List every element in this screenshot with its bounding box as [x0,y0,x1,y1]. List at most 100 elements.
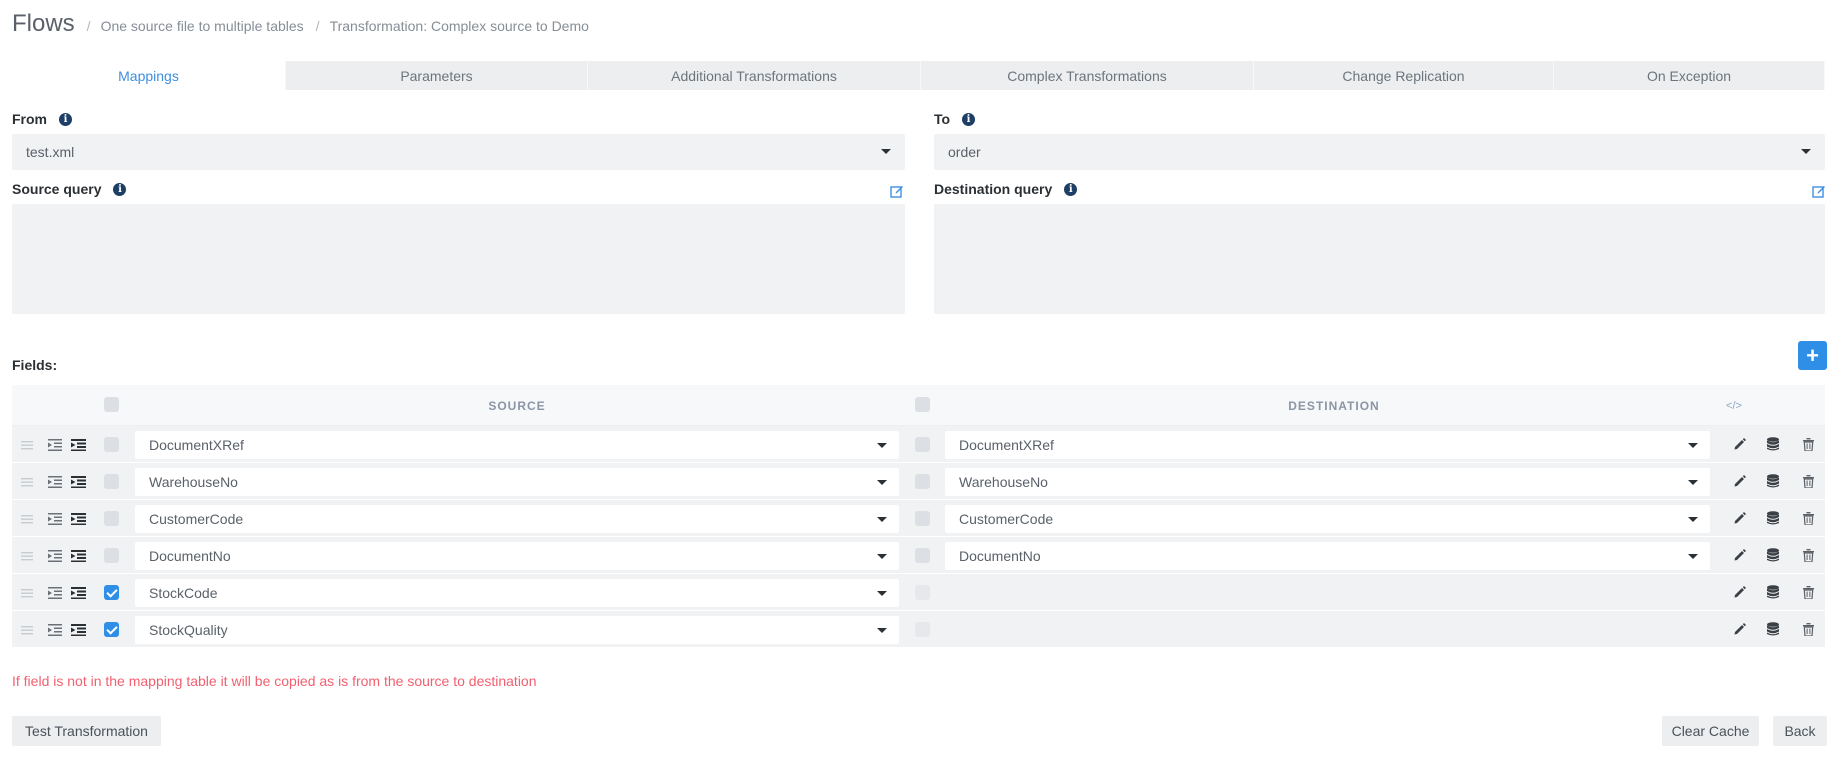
trash-icon[interactable] [1803,586,1814,599]
info-icon[interactable]: i [962,112,976,126]
drag-handle-icon[interactable] [21,625,33,635]
tab-change-replication[interactable]: Change Replication [1254,61,1554,90]
database-icon[interactable] [1767,511,1779,525]
to-label: To i [934,111,976,127]
outdent-icon[interactable] [48,587,62,599]
pencil-icon[interactable] [1733,438,1746,451]
source-checkbox[interactable] [104,548,119,563]
drag-handle-icon[interactable] [21,514,33,524]
source-field-select[interactable]: StockQuality [135,616,899,644]
drag-handle-icon[interactable] [21,551,33,561]
source-query-label-text: Source query [12,181,102,197]
chevron-down-icon [877,480,887,485]
outdent-icon[interactable] [48,476,62,488]
indent-icon[interactable] [71,624,86,636]
source-field-select[interactable]: DocumentXRef [135,431,899,459]
indent-icon[interactable] [71,476,86,488]
database-icon[interactable] [1767,622,1779,636]
select-all-destination-checkbox[interactable] [915,397,930,412]
source-field-select[interactable]: DocumentNo [135,542,899,570]
edit-icon[interactable] [890,184,904,198]
source-checkbox[interactable] [104,437,119,452]
info-icon[interactable]: i [59,112,72,126]
destination-checkbox[interactable] [915,511,930,526]
add-field-button[interactable]: + [1798,341,1827,370]
pencil-icon[interactable] [1733,549,1746,562]
source-field-value: StockQuality [149,622,228,638]
outdent-icon[interactable] [48,624,62,636]
code-icon[interactable]: </> [1719,385,1749,426]
indent-icon[interactable] [71,550,86,562]
source-checkbox[interactable] [104,622,119,637]
source-query-input[interactable] [12,204,905,314]
destination-field-select[interactable]: CustomerCode [945,505,1710,533]
indent-icon[interactable] [71,439,86,451]
destination-checkbox[interactable] [915,548,930,563]
drag-handle-icon[interactable] [21,440,33,450]
source-field-select[interactable]: CustomerCode [135,505,899,533]
header: Flows / One source file to multiple tabl… [12,10,589,38]
to-select[interactable]: order [934,134,1825,170]
tab-complex-transformations[interactable]: Complex Transformations [921,61,1254,90]
breadcrumb-transformation: Transformation: Complex source to Demo [329,18,589,34]
destination-field-select[interactable]: DocumentXRef [945,431,1710,459]
destination-checkbox [915,585,930,600]
outdent-icon[interactable] [48,439,62,451]
tab-parameters[interactable]: Parameters [286,61,588,90]
source-checkbox[interactable] [104,474,119,489]
trash-icon[interactable] [1803,512,1814,525]
select-all-source-checkbox[interactable] [104,397,119,412]
source-field-select[interactable]: WarehouseNo [135,468,899,496]
to-select-value: order [948,144,981,160]
source-checkbox[interactable] [104,511,119,526]
trash-icon[interactable] [1803,549,1814,562]
indent-icon[interactable] [71,587,86,599]
table-row: WarehouseNo WarehouseNo [12,463,1825,500]
destination-query-input[interactable] [934,204,1825,314]
breadcrumb-separator: / [315,18,320,34]
drag-handle-icon[interactable] [21,477,33,487]
source-field-select[interactable]: StockCode [135,579,899,607]
chevron-down-icon [877,591,887,596]
indent-icon[interactable] [71,513,86,525]
page-title: Flows [12,10,75,37]
database-icon[interactable] [1767,437,1779,451]
source-field-value: CustomerCode [149,511,244,527]
destination-checkbox[interactable] [915,437,930,452]
destination-checkbox[interactable] [915,474,930,489]
pencil-icon[interactable] [1733,475,1746,488]
trash-icon[interactable] [1803,438,1814,451]
source-query-label: Source query i [12,181,127,197]
test-transformation-button[interactable]: Test Transformation [12,716,161,746]
from-label: From i [12,111,72,127]
destination-field-value: CustomerCode [959,511,1054,527]
database-icon[interactable] [1767,548,1779,562]
destination-field-select[interactable]: DocumentNo [945,542,1710,570]
pencil-icon[interactable] [1733,623,1746,636]
breadcrumb-separator: / [86,18,91,34]
breadcrumb-flow[interactable]: One source file to multiple tables [101,18,304,34]
back-button[interactable]: Back [1773,716,1827,746]
table-row: DocumentXRef DocumentXRef [12,426,1825,463]
outdent-icon[interactable] [48,513,62,525]
outdent-icon[interactable] [48,550,62,562]
tab-mappings[interactable]: Mappings [12,61,286,90]
database-icon[interactable] [1767,585,1779,599]
pencil-icon[interactable] [1733,586,1746,599]
pencil-icon[interactable] [1733,512,1746,525]
chevron-down-icon [1688,443,1698,448]
edit-icon[interactable] [1812,184,1826,198]
drag-handle-icon[interactable] [21,588,33,598]
trash-icon[interactable] [1803,475,1814,488]
source-checkbox[interactable] [104,585,119,600]
tab-additional-transformations[interactable]: Additional Transformations [588,61,921,90]
trash-icon[interactable] [1803,623,1814,636]
table-row: StockQuality [12,611,1825,648]
database-icon[interactable] [1767,474,1779,488]
info-icon[interactable]: i [1064,182,1078,196]
destination-field-select[interactable]: WarehouseNo [945,468,1710,496]
info-icon[interactable]: i [113,182,127,196]
from-select[interactable]: test.xml [12,134,905,170]
tab-on-exception[interactable]: On Exception [1554,61,1825,90]
clear-cache-button[interactable]: Clear Cache [1662,716,1759,746]
